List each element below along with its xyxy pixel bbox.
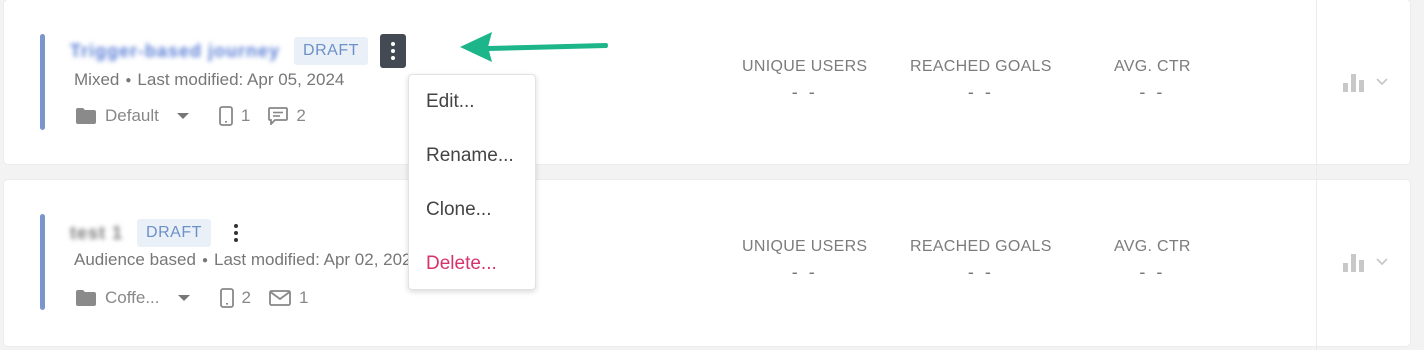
devices-count: 1 (240, 106, 251, 125)
unique-users-label: UNIQUE USERS (742, 58, 868, 75)
chat-message-icon (268, 107, 289, 125)
flow-meta-row: Coffe... 2 1 (76, 288, 326, 308)
avg-ctr-label: AVG. CTR (1114, 238, 1191, 255)
status-accent-bar (40, 214, 45, 310)
menu-item-delete[interactable]: Delete... (426, 253, 497, 275)
messages-count: 2 (296, 106, 306, 125)
status-accent-bar (40, 34, 45, 130)
menu-item-rename[interactable]: Rename... (426, 145, 514, 167)
avg-ctr-value: - - (1139, 262, 1166, 282)
flow-subtitle: Audience based ● Last modified: Apr 02, 20… (74, 250, 421, 269)
flow-title-row: test 1 DRAFT (70, 216, 249, 250)
folder-dropdown-icon[interactable] (177, 295, 190, 301)
mobile-device-icon (219, 288, 234, 308)
bar-chart-icon (1343, 74, 1364, 92)
menu-item-clone[interactable]: Clone... (426, 199, 491, 221)
reached-goals-stat: REACHED GOALS - - (910, 238, 1052, 283)
column-divider (1316, 0, 1317, 350)
messages-count: 1 (298, 288, 309, 307)
analytics-toggle[interactable] (1342, 251, 1388, 273)
flow-subtitle: Mixed ● Last modified: Apr 05, 2024 (74, 70, 345, 89)
last-modified: Last modified: Apr 05, 2024 (137, 70, 345, 89)
flow-meta-row: Default 1 2 (76, 106, 324, 126)
analytics-toggle[interactable] (1342, 71, 1388, 93)
folder-name[interactable]: Default (105, 106, 159, 126)
folder-icon (76, 108, 96, 124)
chevron-down-icon (1376, 258, 1388, 266)
flow-type: Mixed (74, 70, 120, 89)
devices-count: 2 (241, 288, 251, 307)
folder-name[interactable]: Coffe... (105, 288, 160, 308)
unique-users-label: UNIQUE USERS (742, 238, 868, 255)
reached-goals-value: - - (967, 262, 994, 282)
unique-users-value: - - (791, 262, 818, 282)
status-badge: DRAFT (294, 37, 368, 65)
more-options-button[interactable] (379, 34, 406, 68)
avg-ctr-stat: AVG. CTR - - (1114, 238, 1191, 283)
flow-card[interactable]: Trigger-based journey DRAFT Mixed ● Last m… (4, 0, 1410, 164)
flow-title[interactable]: test 1 (70, 223, 123, 243)
email-icon (269, 290, 291, 306)
flow-type: Audience based (74, 250, 196, 269)
flow-title-row: Trigger-based journey DRAFT (70, 34, 406, 68)
flow-title[interactable]: Trigger-based journey (70, 41, 280, 61)
avg-ctr-value: - - (1139, 82, 1166, 102)
avg-ctr-label: AVG. CTR (1114, 58, 1191, 75)
bar-chart-icon (1343, 254, 1364, 272)
folder-dropdown-icon[interactable] (176, 113, 189, 119)
reached-goals-value: - - (967, 82, 994, 102)
annotation-arrow-icon (460, 32, 608, 62)
folder-icon (76, 290, 96, 306)
menu-item-edit[interactable]: Edit... (426, 91, 475, 113)
last-modified: Last modified: Apr 02, 2024 (213, 250, 421, 269)
flow-card[interactable]: test 1 DRAFT Audience based ● Last modifie… (4, 180, 1410, 346)
reached-goals-stat: REACHED GOALS - - (910, 58, 1052, 103)
reached-goals-label: REACHED GOALS (910, 58, 1052, 75)
reached-goals-label: REACHED GOALS (910, 238, 1052, 255)
more-options-button[interactable] (223, 216, 249, 250)
unique-users-stat: UNIQUE USERS - - (742, 58, 867, 103)
status-badge: DRAFT (137, 219, 211, 247)
context-menu: Edit... Rename... Clone... Delete... (408, 74, 536, 290)
avg-ctr-stat: AVG. CTR - - (1114, 58, 1191, 103)
chevron-down-icon (1376, 78, 1388, 86)
unique-users-value: - - (791, 82, 818, 102)
mobile-device-icon (218, 106, 233, 126)
unique-users-stat: UNIQUE USERS - - (742, 238, 867, 283)
